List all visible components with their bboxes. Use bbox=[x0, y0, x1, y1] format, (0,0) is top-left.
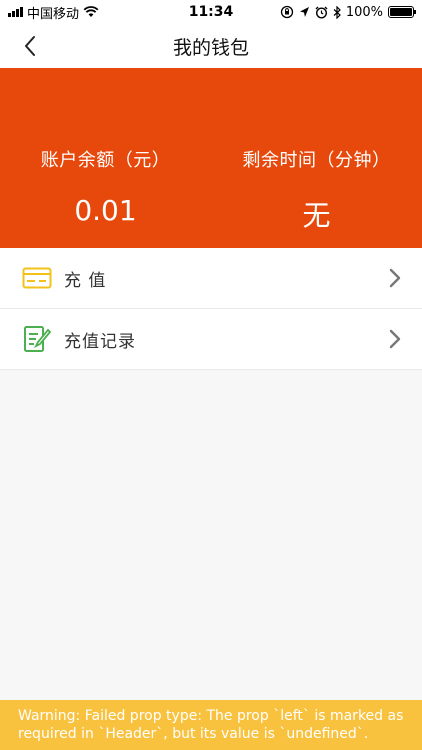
warning-banner[interactable]: Warning: Failed prop type: The prop `lef… bbox=[0, 700, 422, 750]
chevron-right-icon bbox=[388, 329, 402, 349]
carrier-label: 中国移动 bbox=[27, 6, 80, 22]
location-icon bbox=[299, 7, 309, 17]
balance-panel: 账户余额（元） 0.01 剩余时间（分钟） 无 bbox=[0, 68, 422, 248]
signal-icon bbox=[8, 7, 23, 17]
remaining-time-value: 无 bbox=[302, 199, 331, 232]
menu-item-recharge-records[interactable]: 充值记录 bbox=[0, 309, 422, 370]
battery-icon bbox=[388, 6, 416, 18]
account-balance-value: 0.01 bbox=[74, 194, 137, 227]
remaining-time-section: 剩余时间（分钟） 无 bbox=[211, 68, 422, 248]
back-chevron-icon bbox=[25, 36, 35, 56]
status-right: 100% bbox=[280, 4, 416, 20]
battery-percent: 100% bbox=[345, 4, 383, 20]
wallet-menu: 充 值 充值记录 bbox=[0, 248, 422, 370]
back-button[interactable] bbox=[14, 30, 46, 62]
navigation-bar: 我的钱包 bbox=[0, 24, 422, 68]
bluetooth-icon bbox=[333, 5, 341, 19]
menu-item-label: 充 值 bbox=[64, 270, 107, 291]
remaining-time-label: 剩余时间（分钟） bbox=[242, 150, 391, 171]
record-edit-icon bbox=[22, 324, 52, 354]
status-left: 中国移动 bbox=[8, 3, 99, 22]
page-title: 我的钱包 bbox=[172, 36, 249, 59]
account-balance-section: 账户余额（元） 0.01 bbox=[0, 68, 211, 248]
wifi-icon bbox=[83, 6, 99, 17]
alarm-icon bbox=[315, 6, 328, 19]
status-bar: 中国移动 11:34 100% bbox=[0, 0, 422, 24]
chevron-right-icon bbox=[388, 268, 402, 288]
menu-item-recharge[interactable]: 充 值 bbox=[0, 248, 422, 309]
card-icon bbox=[22, 263, 52, 293]
warning-text: Warning: Failed prop type: The prop `lef… bbox=[18, 708, 404, 742]
account-balance-label: 账户余额（元） bbox=[40, 150, 171, 171]
lock-rotation-icon bbox=[280, 5, 293, 19]
menu-item-label: 充值记录 bbox=[64, 331, 136, 352]
